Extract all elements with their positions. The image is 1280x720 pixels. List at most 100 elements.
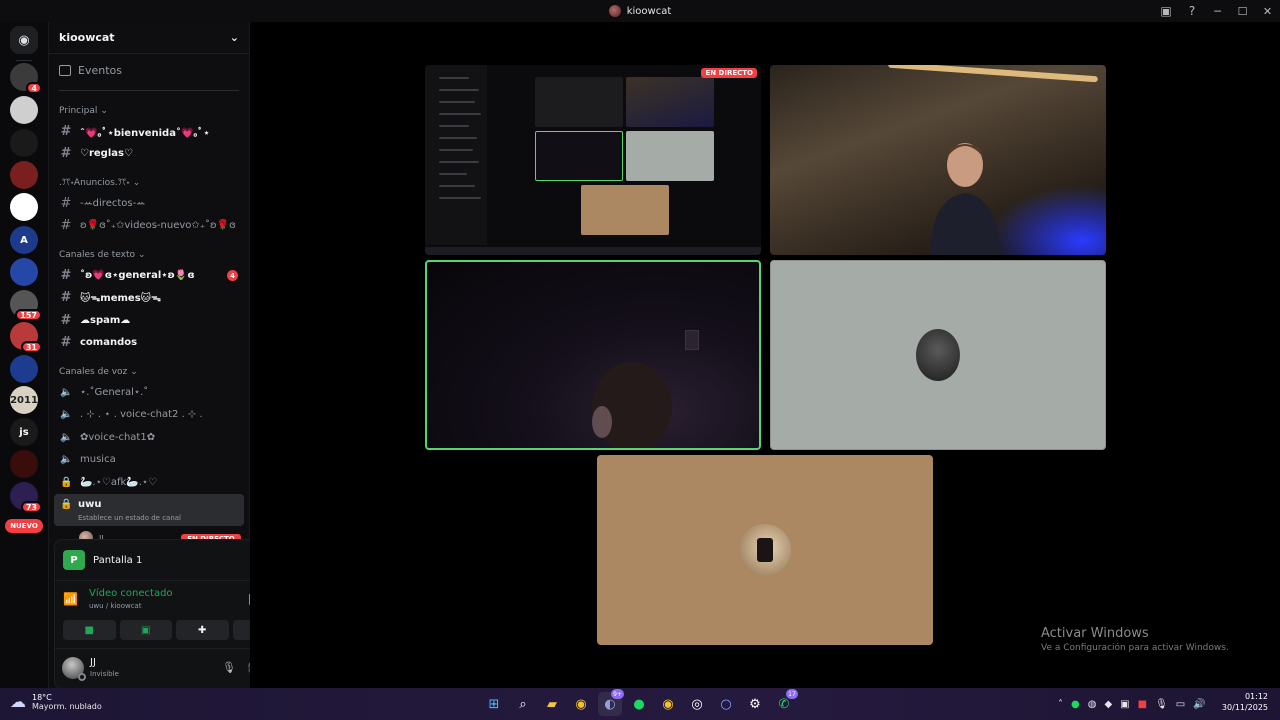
server-icon[interactable]: [10, 450, 38, 478]
weather-widget[interactable]: ☁ 18°C Mayorm. nublado: [10, 692, 102, 711]
server-icon[interactable]: [10, 258, 38, 286]
server-icon[interactable]: [10, 129, 38, 157]
discord-home-button[interactable]: ◉: [10, 26, 38, 54]
channel-category[interactable]: Canales de voz ⌄: [59, 367, 138, 377]
minimize-button[interactable]: ─: [1205, 0, 1230, 22]
channel-category[interactable]: .ꔫ˖Anuncios.ꔫ˖ ⌄: [59, 178, 140, 188]
activation-title: Activar Windows: [1041, 626, 1149, 641]
clock[interactable]: 01:12 30/11/2025: [1222, 692, 1268, 712]
channel-item-uwu[interactable]: 🔒 uwu Establece un estado de canal: [54, 494, 244, 526]
app-tray-icon[interactable]: ▣: [1120, 699, 1129, 710]
new-badge[interactable]: NUEVO: [5, 519, 43, 533]
windows-start-icon[interactable]: ⊞: [482, 692, 506, 716]
server-mention-badge: 157: [15, 309, 42, 321]
cloudy-icon: ☁: [10, 692, 26, 711]
calendar-icon: [59, 65, 71, 76]
channel-item[interactable]: # ♡reglas♡: [55, 143, 243, 163]
chevron-up-icon[interactable]: ˄: [1058, 699, 1063, 710]
text-channel-icon: #: [60, 267, 72, 283]
server-icon[interactable]: js: [10, 418, 38, 446]
events-item[interactable]: Eventos: [59, 64, 122, 77]
channel-item[interactable]: # 🐱ᯓmemes🐱ᯓ: [55, 287, 243, 307]
channel-item[interactable]: # -ꕀdirectos-ꕀ: [55, 193, 243, 213]
voice-location[interactable]: uwu / kioowcat: [89, 602, 142, 610]
activities-button[interactable]: ✚: [176, 620, 229, 640]
channel-name: 🦢.⋆♡afk🦢.⋆♡: [80, 476, 158, 488]
app-tray-icon[interactable]: ■: [1138, 699, 1147, 710]
steam-tray-icon[interactable]: ◍: [1088, 699, 1097, 710]
whatsapp-icon[interactable]: ✆ 17: [772, 689, 798, 716]
avatar[interactable]: [62, 657, 86, 681]
voice-status[interactable]: Vídeo conectado: [89, 588, 173, 599]
search-icon[interactable]: ⌕: [511, 692, 535, 716]
close-button[interactable]: ✕: [1255, 0, 1280, 22]
server-icon[interactable]: 31: [10, 322, 42, 353]
channel-item[interactable]: 🔈 . ⊹ . ⋆ . voice-chat2 . ⊹ .: [55, 404, 243, 424]
window-title: kioowcat: [608, 5, 671, 17]
cortana-icon[interactable]: ○: [714, 692, 738, 716]
help-icon[interactable]: ?: [1179, 0, 1205, 22]
server-icon[interactable]: 4: [10, 63, 42, 94]
chrome-profile-icon[interactable]: ◉: [656, 692, 680, 716]
discord-taskbar-icon[interactable]: ◐ 9+: [598, 689, 624, 716]
weather-desc: Mayorm. nublado: [32, 701, 102, 711]
file-explorer-icon[interactable]: ▰: [540, 692, 564, 716]
spotify-tray-icon[interactable]: ●: [1071, 699, 1080, 710]
camera-tile-speaking[interactable]: [425, 260, 761, 450]
guild-header[interactable]: kioowcat ⌄: [49, 22, 249, 54]
server-icon[interactable]: [10, 193, 38, 221]
volume-icon[interactable]: 🔊: [1193, 699, 1205, 710]
inbox-icon[interactable]: ▣: [1153, 0, 1179, 22]
led-strip: [888, 65, 1098, 83]
clock-time: 01:12: [1244, 692, 1268, 701]
server-avatar: A: [10, 226, 38, 254]
screen-share-tile[interactable]: EN DIRECTO: [425, 65, 761, 255]
channel-item[interactable]: 🔈 ✿voice-chat1✿: [55, 427, 243, 447]
avatar-tile[interactable]: [597, 455, 933, 645]
server-icon[interactable]: 157: [10, 290, 42, 321]
server-icon[interactable]: [10, 96, 38, 124]
server-icon[interactable]: 73: [10, 482, 42, 513]
server-avatar: [10, 193, 38, 221]
channel-item[interactable]: 🔒 🦢.⋆♡afk🦢.⋆♡: [55, 472, 243, 492]
channel-category[interactable]: Canales de texto ⌄: [59, 250, 146, 260]
lock-icon: 🔒: [60, 499, 73, 510]
channel-item[interactable]: # comandos: [55, 332, 243, 352]
signal-icon[interactable]: 📶: [63, 592, 78, 606]
channel-item[interactable]: # ☁spam☁: [55, 310, 243, 330]
channel-item[interactable]: # ˚ʚ💗ɞ⋆general⋆ʚ🌷ɞ 4: [55, 265, 243, 285]
channel-status-placeholder[interactable]: Establece un estado de canal: [78, 514, 181, 522]
channel-category[interactable]: Principal ⌄: [59, 106, 108, 116]
avatar-tile[interactable]: [770, 260, 1106, 450]
discord-window: kioowcat ▣ ? ─ ☐ ✕ ◉ 4 A 157 31 2011 js 73 NUE…: [0, 0, 1280, 689]
server-icon[interactable]: A: [10, 226, 38, 254]
category-label: Canales de voz: [59, 367, 128, 377]
microphone-tray-icon[interactable]: 🎙: [1155, 699, 1168, 710]
system-tray: ˄ ● ◍ ◆ ▣ ■ 🎙 ▭ 🔊: [1058, 696, 1206, 712]
server-avatar: [10, 161, 38, 189]
server-rail: ◉ 4 A 157 31 2011 js 73 NUEVO: [0, 22, 48, 688]
channel-item[interactable]: # ʚ🌹ɞ˚₊✩videos-nuevo✩₊˚ʚ🌹ɞ: [55, 215, 243, 235]
screen-share-button[interactable]: ▣: [119, 620, 172, 640]
channel-item[interactable]: 🔈 musica: [55, 449, 243, 469]
app-tray-icon[interactable]: ◆: [1104, 699, 1112, 710]
server-avatar: [10, 450, 38, 478]
server-icon[interactable]: 2011: [10, 386, 38, 414]
settings-icon[interactable]: ⚙: [743, 692, 767, 716]
chevron-down-icon: ⌄: [132, 178, 141, 188]
channel-item[interactable]: 🔈 ⋆.˚General⋆.˚: [55, 382, 243, 402]
user-name[interactable]: JJ: [90, 657, 96, 668]
network-icon[interactable]: ▭: [1176, 699, 1185, 710]
obs-icon[interactable]: ◎: [685, 692, 709, 716]
spotify-icon[interactable]: ●: [627, 692, 651, 716]
chrome-icon[interactable]: ◉: [569, 692, 593, 716]
server-icon[interactable]: [10, 355, 38, 383]
title-bar: kioowcat ▣ ? ─ ☐ ✕: [0, 0, 1280, 22]
camera-tile[interactable]: [770, 65, 1106, 255]
server-icon[interactable]: [10, 161, 38, 189]
channel-item[interactable]: # ˆ💗｡ﾟ⋆bienvenida˚💗｡ﾟ⋆: [55, 121, 243, 141]
avatar: [916, 329, 960, 381]
camera-button[interactable]: ■: [63, 620, 116, 640]
microphone-icon[interactable]: 🎙: [222, 661, 236, 674]
maximize-button[interactable]: ☐: [1230, 0, 1255, 22]
